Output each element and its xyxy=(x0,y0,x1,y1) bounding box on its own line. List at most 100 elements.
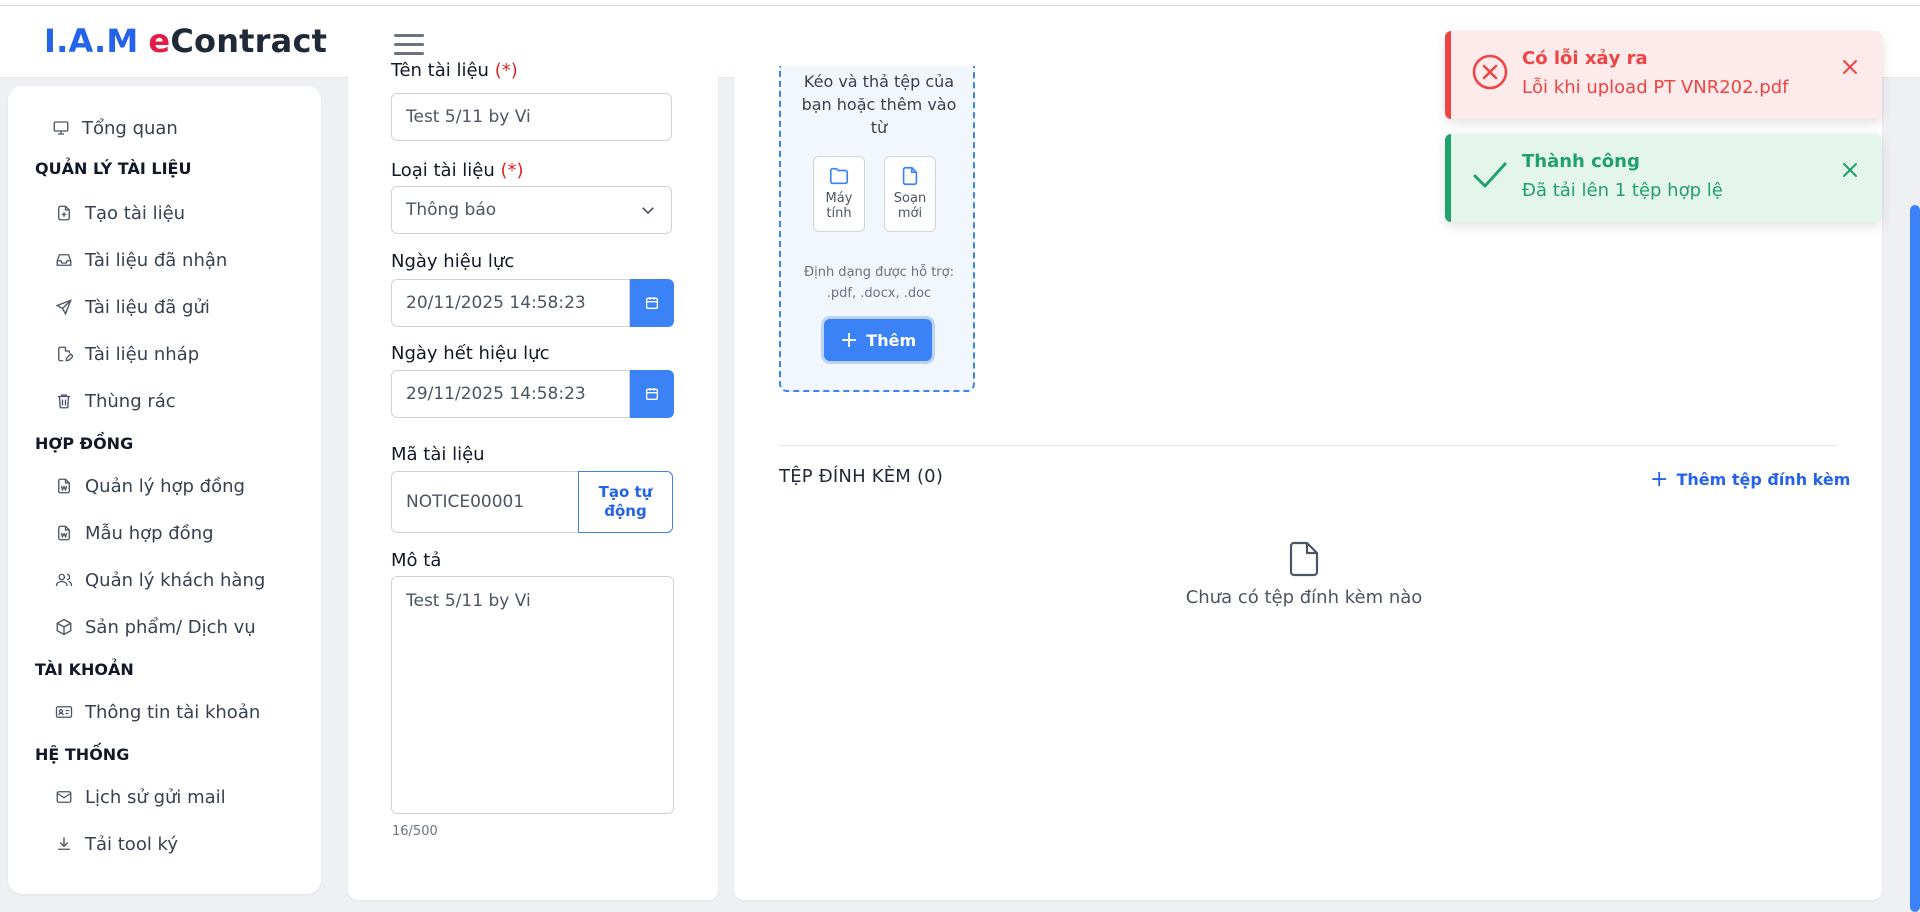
close-icon[interactable] xyxy=(1841,58,1859,76)
sidebar-item-label: Thùng rác xyxy=(85,390,176,412)
description-char-counter: 16/500 xyxy=(392,824,438,839)
sidebar-item-customer-management[interactable]: Quản lý khách hàng xyxy=(55,565,265,595)
document-type-label-text: Loại tài liệu xyxy=(391,160,495,181)
description-textarea[interactable]: Test 5/11 by Vi xyxy=(391,576,674,814)
attachments-title: TỆP ĐÍNH KÈM (0) xyxy=(779,466,944,487)
mail-icon xyxy=(56,791,72,803)
section-divider xyxy=(779,445,1837,446)
users-icon xyxy=(55,573,73,587)
sidebar-item-label: Tải tool ký xyxy=(85,833,178,855)
toast-accent-bar xyxy=(1445,134,1451,222)
document-form-panel: Tên tài liệu (*) Test 5/11 by Vi Loại tà… xyxy=(348,60,718,900)
expiry-date-label: Ngày hết hiệu lực xyxy=(391,343,550,364)
check-icon xyxy=(1473,162,1507,188)
document-code-input[interactable]: NOTICE00001 xyxy=(391,471,579,533)
logo-e-text: e xyxy=(148,22,171,60)
menu-toggle-icon[interactable] xyxy=(394,34,424,56)
id-card-icon xyxy=(55,706,73,718)
add-attachment-label: Thêm tệp đính kèm xyxy=(1676,470,1851,489)
error-circle-icon xyxy=(1472,54,1508,90)
sidebar-item-trash[interactable]: Thùng rác xyxy=(55,386,176,416)
plus-icon: + xyxy=(1650,467,1669,492)
logo-contract-text: Contract xyxy=(170,22,328,60)
source-computer-button[interactable]: Máy tính xyxy=(813,156,865,232)
expiry-date-input[interactable]: 29/11/2025 14:58:23 xyxy=(391,370,630,418)
page-scrollbar[interactable] xyxy=(1910,205,1920,912)
sidebar-item-create-document[interactable]: Tạo tài liệu xyxy=(55,198,185,228)
sidebar-item-sent-documents[interactable]: Tài liệu đã gửi xyxy=(55,292,210,322)
success-toast-title: Thành công xyxy=(1522,151,1640,172)
sidebar: Tổng quan QUẢN LÝ TÀI LIỆU Tạo tài liệu … xyxy=(8,86,321,894)
sidebar-item-mail-history[interactable]: Lịch sử gửi mail xyxy=(55,782,226,812)
sidebar-item-label: Tổng quan xyxy=(82,117,178,139)
dropzone-instructions: Kéo và thả tệp của bạn hoặc thêm vào từ xyxy=(801,72,957,137)
error-toast-message: Lỗi khi upload PT VNR202.pdf xyxy=(1522,77,1789,98)
logo-iam-text: I.A.M xyxy=(44,22,139,60)
document-type-label: Loại tài liệu (*) xyxy=(391,160,524,181)
monitor-icon xyxy=(53,121,69,135)
plus-icon: + xyxy=(839,327,859,353)
calendar-icon xyxy=(646,388,658,400)
document-name-label-text: Tên tài liệu xyxy=(391,60,489,81)
effective-date-label: Ngày hiệu lực xyxy=(391,251,515,272)
app-logo[interactable]: I.A.M eContract xyxy=(44,22,327,60)
trash-icon xyxy=(58,394,70,409)
error-toast-title: Có lỗi xảy ra xyxy=(1522,48,1648,69)
inbox-icon xyxy=(56,254,72,266)
description-label: Mô tả xyxy=(391,550,442,571)
send-icon xyxy=(55,299,72,316)
calendar-icon xyxy=(646,297,658,309)
document-type-value: Thông báo xyxy=(406,200,497,220)
supported-formats-text: Định dạng được hỗ trợ: .pdf, .docx, .doc xyxy=(804,265,954,301)
source-new-label: Soạn mới xyxy=(893,191,927,221)
add-attachment-button[interactable]: + Thêm tệp đính kèm xyxy=(1650,467,1850,492)
document-name-input[interactable]: Test 5/11 by Vi xyxy=(391,93,672,141)
download-icon xyxy=(58,837,70,850)
file-dropzone[interactable]: Kéo và thả tệp của bạn hoặc thêm vào từ … xyxy=(779,66,975,392)
expiry-date-calendar-button[interactable] xyxy=(630,370,674,418)
sidebar-item-label: Lịch sử gửi mail xyxy=(85,786,226,808)
file-plus-icon xyxy=(58,205,70,221)
required-mark: (*) xyxy=(500,160,524,181)
file-word-icon xyxy=(58,525,70,541)
file-icon xyxy=(902,166,918,186)
close-icon[interactable] xyxy=(1841,161,1859,179)
effective-date-input[interactable]: 20/11/2025 14:58:23 xyxy=(391,279,630,327)
success-toast-message: Đã tải lên 1 tệp hợp lệ xyxy=(1522,180,1723,201)
document-code-label: Mã tài liệu xyxy=(391,444,485,465)
sidebar-item-download-sign-tool[interactable]: Tải tool ký xyxy=(55,829,178,859)
required-mark: (*) xyxy=(494,60,518,81)
file-edit-icon xyxy=(58,346,73,362)
folder-icon xyxy=(829,167,849,185)
document-type-select[interactable]: Thông báo xyxy=(391,186,672,234)
document-name-label: Tên tài liệu (*) xyxy=(391,60,518,81)
error-toast: Có lỗi xảy ra Lỗi khi upload PT VNR202.p… xyxy=(1445,31,1882,119)
sidebar-item-account-info[interactable]: Thông tin tài khoản xyxy=(55,697,260,727)
sidebar-item-overview[interactable]: Tổng quan xyxy=(52,113,178,143)
add-file-button[interactable]: + Thêm xyxy=(824,319,932,361)
section-title-documents: QUẢN LÝ TÀI LIỆU xyxy=(35,159,192,178)
empty-file-icon xyxy=(1289,541,1319,577)
section-title-system: HỆ THỐNG xyxy=(35,745,130,764)
toast-accent-bar xyxy=(1445,31,1451,119)
sidebar-item-products-services[interactable]: Sản phẩm/ Dịch vụ xyxy=(55,612,256,642)
sidebar-item-draft-documents[interactable]: Tài liệu nháp xyxy=(55,339,199,369)
sidebar-item-label: Tạo tài liệu xyxy=(85,202,186,224)
sidebar-item-label: Thông tin tài khoản xyxy=(85,701,261,723)
sidebar-item-contract-templates[interactable]: Mẫu hợp đồng xyxy=(55,518,214,548)
sidebar-item-label: Sản phẩm/ Dịch vụ xyxy=(85,616,256,638)
section-title-contracts: HỢP ĐỒNG xyxy=(35,434,134,453)
auto-generate-code-button[interactable]: Tạo tự động xyxy=(578,471,673,533)
sidebar-item-label: Quản lý khách hàng xyxy=(85,569,266,591)
source-new-button[interactable]: Soạn mới xyxy=(884,156,936,232)
file-word-icon xyxy=(58,478,70,494)
box-icon xyxy=(56,618,72,636)
sidebar-item-label: Tài liệu đã gửi xyxy=(85,296,210,318)
sidebar-item-label: Mẫu hợp đồng xyxy=(85,522,214,544)
sidebar-item-received-documents[interactable]: Tài liệu đã nhận xyxy=(55,245,227,275)
sidebar-item-label: Tài liệu nháp xyxy=(85,343,200,365)
sidebar-item-contract-management[interactable]: Quản lý hợp đồng xyxy=(55,471,245,501)
section-title-account: TÀI KHOẢN xyxy=(35,660,134,679)
success-toast: Thành công Đã tải lên 1 tệp hợp lệ xyxy=(1445,134,1882,222)
effective-date-calendar-button[interactable] xyxy=(630,279,674,327)
